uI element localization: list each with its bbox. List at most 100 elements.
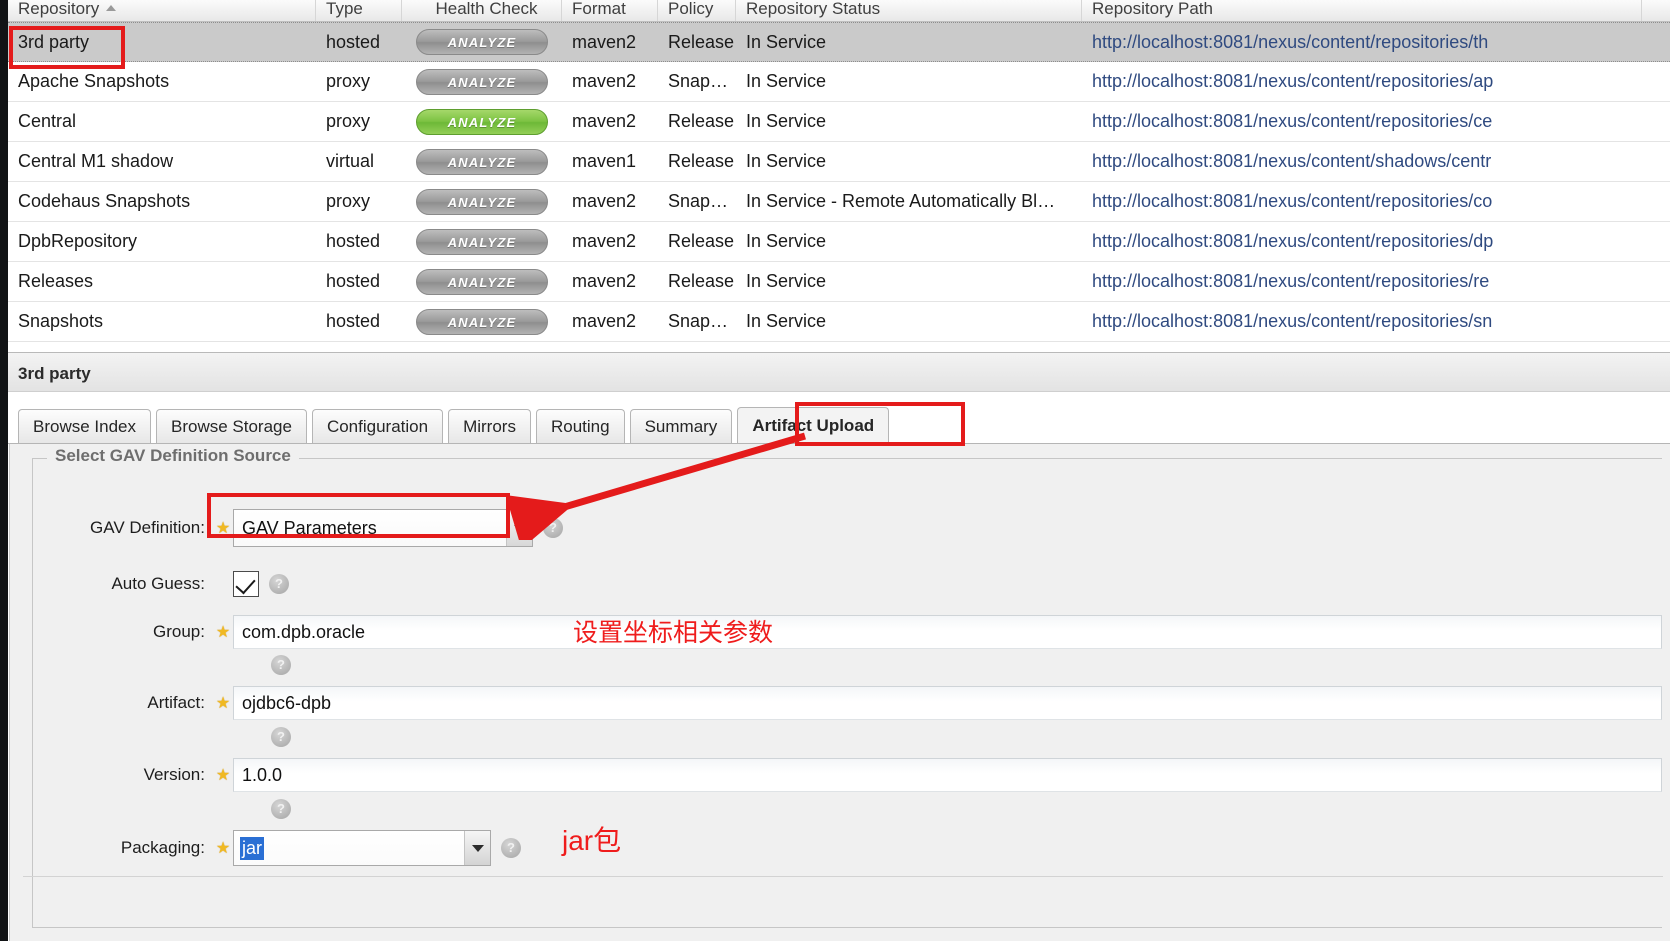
gav-definition-value: GAV Parameters bbox=[242, 517, 377, 538]
table-row[interactable]: DpbRepository hosted ANALYZE maven2 Rele… bbox=[8, 222, 1670, 262]
column-header-format[interactable]: Format bbox=[562, 0, 658, 21]
cell-repository-status: In Service bbox=[746, 111, 827, 131]
cell-health-check: ANALYZE bbox=[402, 188, 562, 215]
cell-type: hosted bbox=[326, 231, 381, 251]
help-icon-packaging[interactable]: ? bbox=[501, 838, 521, 858]
cell-repository-status: In Service - Remote Automatically Bl… bbox=[746, 191, 1056, 211]
label-auto-guess: Auto Guess: bbox=[111, 574, 205, 593]
detail-title-bar: 3rd party bbox=[8, 352, 1670, 392]
help-icon-version[interactable]: ? bbox=[271, 799, 291, 819]
analyze-button[interactable]: ANALYZE bbox=[416, 268, 548, 295]
analyze-button[interactable]: ANALYZE bbox=[416, 148, 548, 175]
table-row[interactable]: Apache Snapshots proxy ANALYZE maven2 Sn… bbox=[8, 62, 1670, 102]
repository-grid: Repository Type Health Check Format Poli… bbox=[8, 0, 1670, 352]
analyze-button[interactable]: ANALYZE bbox=[416, 188, 548, 215]
cell-format: maven2 bbox=[572, 111, 637, 131]
cell-repository-path[interactable]: http://localhost:8081/nexus/content/repo… bbox=[1082, 231, 1642, 252]
cell-type: proxy bbox=[326, 191, 371, 211]
cell-format: maven1 bbox=[572, 151, 637, 171]
help-icon-artifact[interactable]: ? bbox=[271, 727, 291, 747]
packaging-select[interactable]: jar bbox=[233, 830, 491, 866]
cell-repository-status: In Service bbox=[746, 311, 827, 331]
cell-health-check: ANALYZE bbox=[402, 268, 562, 295]
gav-definition-select[interactable]: GAV Parameters bbox=[233, 509, 533, 547]
cell-repository-status: In Service bbox=[746, 31, 827, 52]
analyze-button[interactable]: ANALYZE bbox=[416, 308, 548, 335]
required-star-icon: ★ bbox=[215, 695, 231, 712]
table-row[interactable]: Snapshots hosted ANALYZE maven2 Snapshot… bbox=[8, 302, 1670, 342]
required-star-icon: ★ bbox=[215, 520, 231, 537]
required-star-icon: ★ bbox=[215, 840, 231, 857]
help-icon-gav-definition[interactable]: ? bbox=[543, 518, 563, 538]
group-input[interactable]: com.dpb.oracle bbox=[233, 615, 1662, 649]
cell-format: maven2 bbox=[572, 311, 637, 331]
tab-mirrors[interactable]: Mirrors bbox=[448, 409, 531, 444]
analyze-button[interactable]: ANALYZE bbox=[416, 108, 548, 135]
grid-header-row: Repository Type Health Check Format Poli… bbox=[8, 0, 1670, 22]
tab-configuration[interactable]: Configuration bbox=[311, 409, 444, 444]
table-row[interactable]: 3rd party hosted ANALYZE maven2 Release … bbox=[8, 22, 1670, 62]
table-row[interactable]: Releases hosted ANALYZE maven2 Release I… bbox=[8, 262, 1670, 302]
tab-summary[interactable]: Summary bbox=[629, 409, 733, 444]
cell-repository: Codehaus Snapshots bbox=[18, 191, 191, 211]
cell-repository: Central M1 shadow bbox=[18, 151, 174, 171]
cell-repository-path[interactable]: http://localhost:8081/nexus/content/repo… bbox=[1082, 111, 1642, 132]
cell-policy: Snapshot bbox=[668, 71, 736, 91]
label-gav-definition: GAV Definition: bbox=[90, 518, 205, 537]
field-row-version: Version: ★ 1.0.0 bbox=[33, 758, 1662, 792]
analyze-button[interactable]: ANALYZE bbox=[416, 68, 548, 95]
cell-format: maven2 bbox=[572, 191, 637, 211]
column-header-repository-status[interactable]: Repository Status bbox=[736, 0, 1082, 21]
cell-repository: DpbRepository bbox=[18, 231, 138, 251]
label-artifact: Artifact: bbox=[147, 693, 205, 712]
version-input[interactable]: 1.0.0 bbox=[233, 758, 1662, 792]
annotation-packaging-note: jar包 bbox=[562, 825, 622, 856]
chevron-down-icon[interactable] bbox=[506, 510, 532, 546]
column-header-repository[interactable]: Repository bbox=[8, 0, 316, 21]
cell-health-check: ANALYZE bbox=[402, 228, 562, 255]
field-row-gav-definition: GAV Definition: ★ GAV Parameters ? bbox=[33, 509, 1662, 547]
cell-format: maven2 bbox=[572, 231, 637, 251]
form-bottom-divider bbox=[23, 876, 1663, 877]
chevron-down-icon[interactable] bbox=[464, 831, 490, 865]
cell-type: proxy bbox=[326, 71, 371, 91]
table-row[interactable]: Central proxy ANALYZE maven2 Release In … bbox=[8, 102, 1670, 142]
cell-repository-path[interactable]: http://localhost:8081/nexus/content/repo… bbox=[1082, 71, 1642, 92]
sort-ascending-icon bbox=[106, 5, 117, 11]
cell-repository-status: In Service bbox=[746, 231, 827, 251]
analyze-button[interactable]: ANALYZE bbox=[416, 228, 548, 255]
column-header-health-check[interactable]: Health Check bbox=[402, 0, 562, 21]
cell-format: maven2 bbox=[572, 31, 637, 52]
column-header-policy[interactable]: Policy bbox=[658, 0, 736, 21]
help-icon-auto-guess[interactable]: ? bbox=[269, 574, 289, 594]
cell-policy: Release bbox=[668, 271, 735, 291]
column-header-repository-path[interactable]: Repository Path bbox=[1082, 0, 1642, 21]
cell-policy: Release bbox=[668, 231, 735, 251]
screen-root: Repository Type Health Check Format Poli… bbox=[0, 0, 1670, 941]
cell-repository-status: In Service bbox=[746, 151, 827, 171]
cell-repository-path[interactable]: http://localhost:8081/nexus/content/repo… bbox=[1082, 311, 1642, 332]
cell-type: hosted bbox=[326, 31, 381, 52]
analyze-button[interactable]: ANALYZE bbox=[416, 29, 548, 55]
column-header-type[interactable]: Type bbox=[316, 0, 402, 21]
cell-repository-path[interactable]: http://localhost:8081/nexus/content/repo… bbox=[1082, 191, 1642, 212]
cell-type: proxy bbox=[326, 111, 371, 131]
help-icon-group[interactable]: ? bbox=[271, 655, 291, 675]
cell-repository-path[interactable]: http://localhost:8081/nexus/content/shad… bbox=[1082, 151, 1642, 172]
tab-browse-index[interactable]: Browse Index bbox=[18, 409, 151, 444]
tab-routing[interactable]: Routing bbox=[535, 409, 625, 444]
cell-repository-status: In Service bbox=[746, 71, 827, 91]
detail-tabbar: Browse Index Browse Storage Configuratio… bbox=[8, 404, 1670, 444]
auto-guess-checkbox[interactable] bbox=[233, 571, 259, 597]
cell-type: hosted bbox=[326, 311, 381, 331]
annotation-gav-note: 设置坐标相关参数 bbox=[573, 619, 774, 647]
tab-browse-storage[interactable]: Browse Storage bbox=[156, 409, 307, 444]
cell-policy: Release bbox=[668, 31, 735, 52]
table-row[interactable]: Codehaus Snapshots proxy ANALYZE maven2 … bbox=[8, 182, 1670, 222]
cell-repository-path[interactable]: http://localhost:8081/nexus/content/repo… bbox=[1082, 271, 1642, 292]
cell-repository-path[interactable]: http://localhost:8081/nexus/content/repo… bbox=[1082, 32, 1642, 53]
artifact-input[interactable]: ojdbc6-dpb bbox=[233, 686, 1662, 720]
tab-artifact-upload[interactable]: Artifact Upload bbox=[737, 407, 890, 444]
cell-health-check: ANALYZE bbox=[402, 308, 562, 335]
table-row[interactable]: Central M1 shadow virtual ANALYZE maven1… bbox=[8, 142, 1670, 182]
